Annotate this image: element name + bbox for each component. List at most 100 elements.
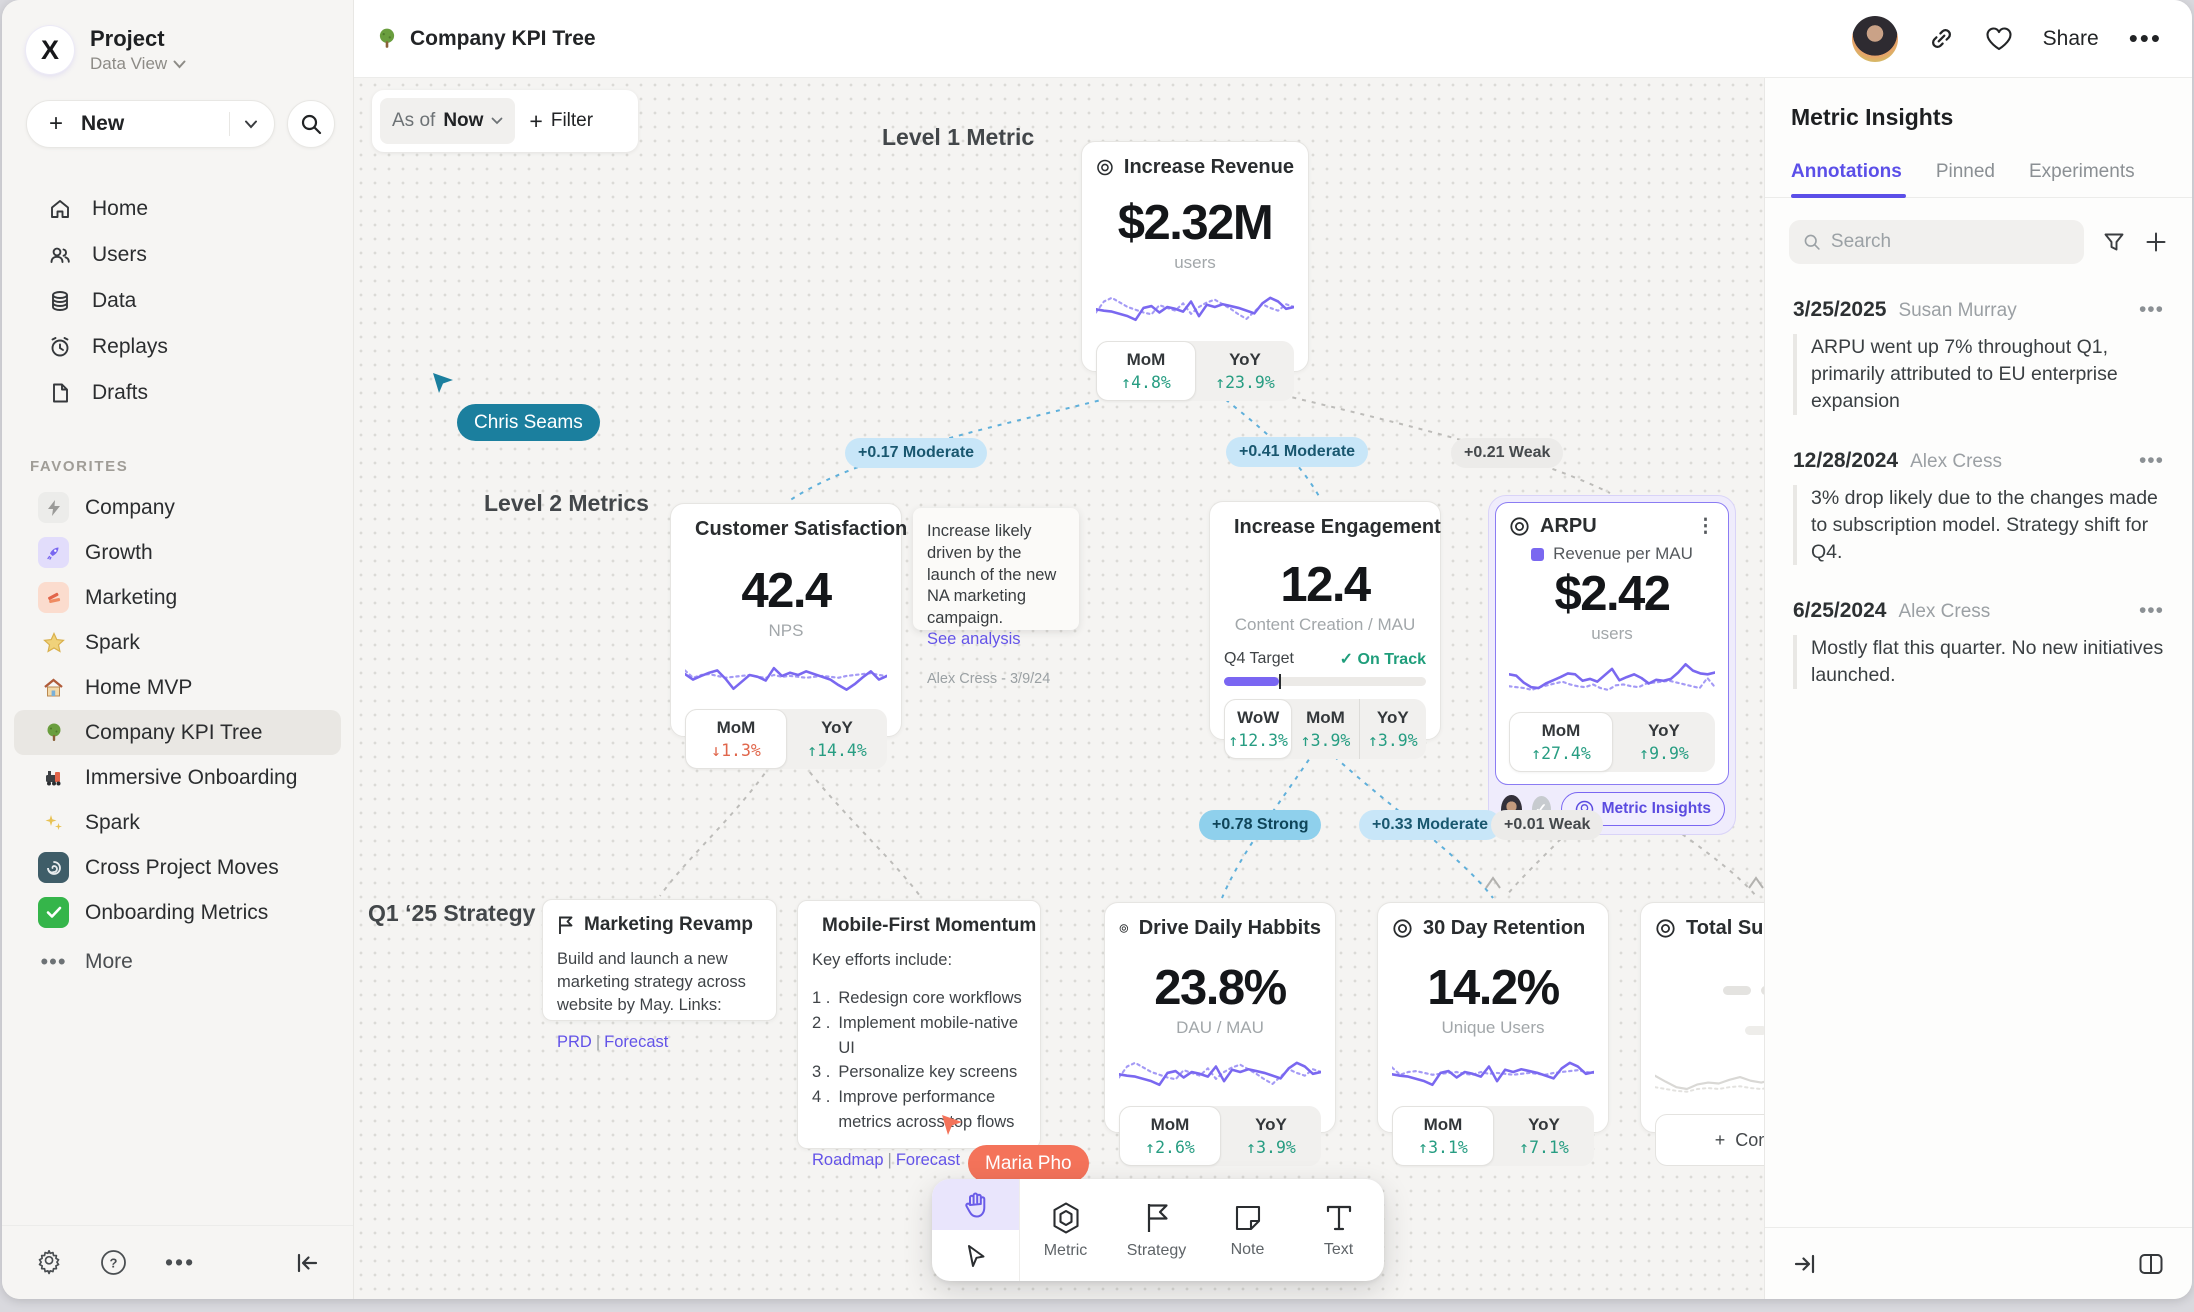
canvas-note-card[interactable]: Increase likely driven by the launch of …	[913, 508, 1079, 630]
metric-unit: Content Creation / MAU	[1224, 615, 1426, 635]
metric-tool-button[interactable]: Metric	[1020, 1179, 1111, 1281]
annotation-menu-icon[interactable]: •••	[2139, 298, 2164, 322]
card-title: Increase Engagement	[1234, 516, 1441, 539]
search-button[interactable]	[287, 100, 335, 148]
favorite-marketing[interactable]: Marketing	[14, 575, 341, 620]
metric-card-30-day-retention[interactable]: 30 Day Retention 14.2% Unique Users MoM …	[1377, 902, 1609, 1133]
project-view-selector[interactable]: Data View	[90, 54, 186, 74]
card-kebab-icon[interactable]: ⋮	[1696, 515, 1715, 538]
note-tool-button[interactable]: Note	[1202, 1179, 1293, 1281]
chevron-down-icon[interactable]	[244, 120, 258, 129]
home-icon	[48, 197, 72, 221]
annotation-menu-icon[interactable]: •••	[2139, 599, 2164, 623]
divider	[229, 112, 230, 136]
add-filter-button[interactable]: + Filter	[529, 108, 593, 135]
favorite-company[interactable]: Company	[14, 485, 341, 530]
sidebar-item-replays[interactable]: Replays	[2, 324, 353, 370]
split-view-icon[interactable]	[2138, 1252, 2164, 1276]
metric-target-icon	[1096, 157, 1114, 178]
edge-label-retention[interactable]: +0.33 Moderate	[1359, 810, 1501, 840]
sparkline-chart	[1392, 1048, 1594, 1096]
sidebar-more[interactable]: ••• More	[14, 939, 341, 984]
add-annotation-icon[interactable]	[2144, 230, 2168, 254]
search-input[interactable]	[1831, 231, 2070, 253]
metric-card-increase-engagement[interactable]: Increase Engagement 12.4 Content Creatio…	[1209, 501, 1441, 740]
collapse-sidebar-icon[interactable]	[295, 1252, 319, 1274]
annotation-item[interactable]: 3/25/2025 Susan Murray ••• ARPU went up …	[1765, 264, 2192, 415]
sidebar-item-data[interactable]: Data	[2, 278, 353, 324]
sidebar-item-drafts[interactable]: Drafts	[2, 370, 353, 416]
annotation-item[interactable]: 12/28/2024 Alex Cress ••• 3% drop likely…	[1765, 415, 2192, 566]
edge-label-daily-habits[interactable]: +0.78 Strong	[1199, 810, 1321, 840]
copy-link-icon[interactable]	[1928, 25, 1955, 52]
edge-label-subscriptions[interactable]: +0.01 Weak	[1491, 810, 1603, 840]
roadmap-link[interactable]: Roadmap	[812, 1151, 884, 1169]
collaborator-name: Chris Seams	[457, 404, 600, 441]
user-avatar[interactable]	[1852, 16, 1898, 62]
favorite-company-kpi-tree[interactable]: Company KPI Tree	[14, 710, 341, 755]
filter-funnel-icon[interactable]	[2102, 230, 2126, 254]
sparkline-chart-skeleton	[1655, 1054, 1764, 1102]
gear-icon[interactable]	[36, 1250, 62, 1276]
forecast-link[interactable]: Forecast	[604, 1033, 668, 1051]
favorite-spark-2[interactable]: Spark	[14, 800, 341, 845]
metric-card-drive-daily-habits[interactable]: Drive Daily Habbits 23.8% DAU / MAU MoM …	[1104, 902, 1336, 1133]
select-tool-button[interactable]	[932, 1230, 1019, 1281]
edge-label-engagement[interactable]: +0.41 Moderate	[1226, 437, 1368, 467]
panel-tabs: Annotations Pinned Experiments	[1765, 131, 2192, 198]
metric-card-total-subscriptions[interactable]: Total Subscript + Connec	[1640, 902, 1764, 1133]
tree-icon	[376, 27, 398, 50]
connect-metric-button[interactable]: + Connec	[1655, 1114, 1764, 1166]
edge-label-customer-satisfaction[interactable]: +0.17 Moderate	[845, 438, 987, 468]
metric-unit: users	[1096, 253, 1294, 273]
series-legend: Revenue per MAU	[1509, 544, 1715, 564]
as-of-selector[interactable]: As of Now	[380, 98, 515, 144]
cursor-arrow-icon	[430, 370, 456, 396]
share-button[interactable]: Share	[2043, 27, 2099, 51]
favorite-cross-project-moves[interactable]: Cross Project Moves	[14, 845, 341, 890]
metric-card-increase-revenue[interactable]: Increase Revenue $2.32M users MoM ↑4.8% …	[1081, 141, 1309, 372]
metric-value: $2.32M	[1096, 195, 1294, 251]
hand-icon	[963, 1191, 989, 1219]
text-tool-button[interactable]: Text	[1293, 1179, 1384, 1281]
target-progress-bar	[1224, 677, 1426, 686]
annotations-search[interactable]	[1789, 220, 2084, 264]
collaborator-cursor-chris: Chris Seams	[430, 370, 600, 441]
tab-pinned[interactable]: Pinned	[1936, 161, 1995, 197]
collaborator-cursor-maria: Maria Pho	[939, 1112, 1089, 1182]
project-switcher[interactable]: X Project Data View	[2, 0, 353, 74]
prd-link[interactable]: PRD	[557, 1033, 592, 1051]
ellipsis-icon[interactable]: •••	[165, 1249, 195, 1276]
edge-label-arpu[interactable]: +0.21 Weak	[1451, 438, 1563, 468]
tab-annotations[interactable]: Annotations	[1791, 161, 1902, 197]
sparkline-chart	[1509, 654, 1715, 702]
annotation-date: 12/28/2024	[1793, 449, 1898, 473]
help-icon[interactable]: ?	[100, 1249, 127, 1276]
sidebar-item-home[interactable]: Home	[2, 186, 353, 232]
hand-tool-button[interactable]	[932, 1179, 1019, 1230]
stat-yoy: YoY ↑9.9%	[1613, 712, 1715, 772]
favorite-growth[interactable]: Growth	[14, 530, 341, 575]
metric-card-arpu-selected[interactable]: ARPU ⋮ Revenue per MAU $2.42 users MoM ↑…	[1488, 495, 1736, 835]
new-button[interactable]: + New	[26, 100, 275, 148]
see-analysis-link[interactable]: See analysis	[927, 630, 1065, 649]
metric-card-customer-satisfaction[interactable]: Customer Satisfaction 42.4 NPS MoM ↓1.3%…	[670, 503, 902, 737]
app-window: X Project Data View + New	[2, 0, 2192, 1299]
annotation-menu-icon[interactable]: •••	[2139, 449, 2164, 473]
annotation-item[interactable]: 6/25/2024 Alex Cress ••• Mostly flat thi…	[1765, 565, 2192, 689]
canvas-tools-toolbar: Metric Strategy Note Text	[932, 1179, 1384, 1281]
favorite-onboarding-metrics[interactable]: Onboarding Metrics	[14, 890, 341, 935]
favorite-home-mvp[interactable]: Home MVP	[14, 665, 341, 710]
more-menu-icon[interactable]: •••	[2129, 23, 2162, 54]
strategy-tool-button[interactable]: Strategy	[1111, 1179, 1202, 1281]
collapse-panel-icon[interactable]	[1793, 1253, 1817, 1275]
tab-experiments[interactable]: Experiments	[2029, 161, 2135, 197]
strategy-card-marketing-revamp[interactable]: Marketing Revamp Build and launch a new …	[542, 899, 777, 1021]
kpi-tree-canvas[interactable]: As of Now + Filter Level 1 Metric Level …	[354, 78, 1764, 1299]
favorite-spark[interactable]: Spark	[14, 620, 341, 665]
skeleton-placeholder	[1655, 982, 1764, 1000]
sidebar-item-users[interactable]: Users	[2, 232, 353, 278]
favorite-heart-icon[interactable]	[1985, 26, 2013, 52]
favorite-immersive-onboarding[interactable]: Immersive Onboarding	[14, 755, 341, 800]
stat-mom: MoM ↑3.1%	[1392, 1106, 1494, 1166]
